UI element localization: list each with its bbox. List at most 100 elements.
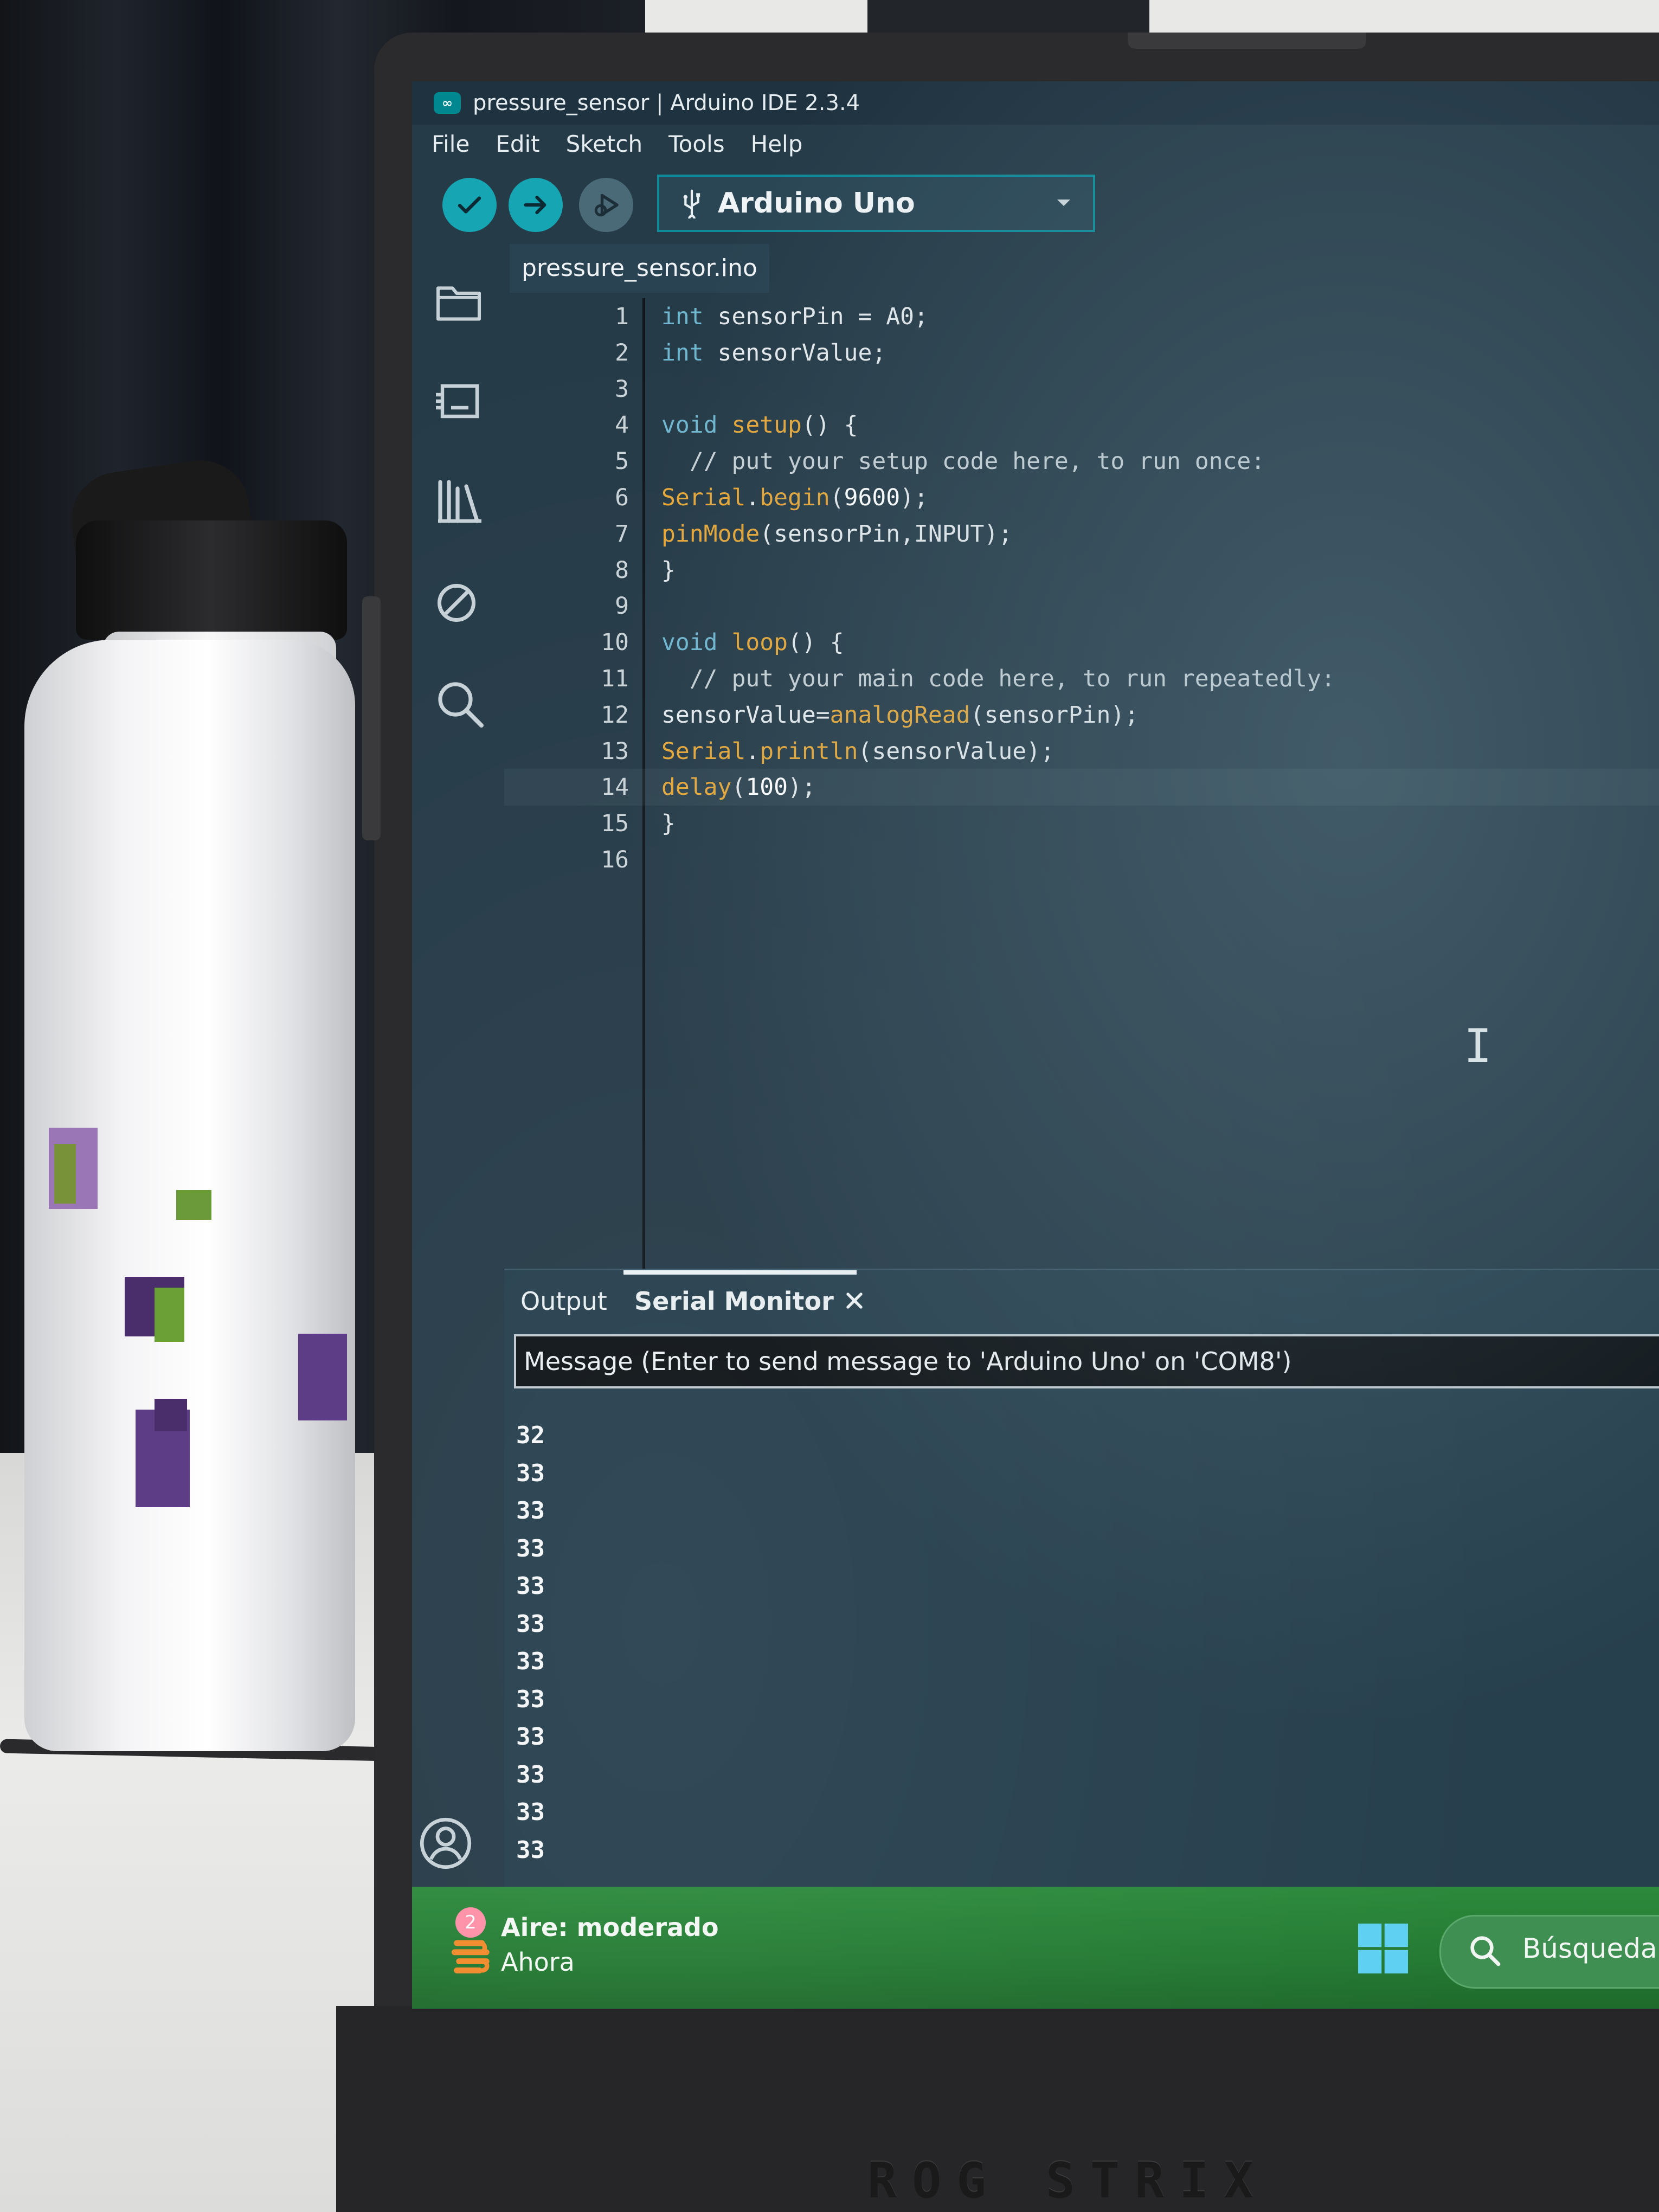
- code-line[interactable]: 4 void setup() {: [504, 407, 1659, 443]
- laptop-screen: ∞ pressure_sensor | Arduino IDE 2.3.4 Fi…: [412, 81, 1659, 2009]
- taskbar-search[interactable]: Búsqueda: [1439, 1915, 1659, 1989]
- code-line[interactable]: 14 delay(100);: [504, 769, 1659, 806]
- line-number: 16: [601, 846, 629, 873]
- debug-button[interactable]: [579, 178, 633, 232]
- line-number: 14: [601, 774, 629, 801]
- code-line[interactable]: 11 // put your main code here, to run re…: [504, 660, 1659, 697]
- board-manager-icon[interactable]: [434, 380, 486, 423]
- arrow-right-icon: [524, 195, 546, 215]
- menu-bar: File Edit Sketch Tools Help: [412, 125, 1659, 163]
- menu-file[interactable]: File: [432, 131, 470, 157]
- debug-play-icon: [594, 194, 619, 217]
- title-bar: ∞ pressure_sensor | Arduino IDE 2.3.4: [412, 81, 1659, 125]
- serial-line: 33: [516, 1760, 545, 1789]
- weather-title: Aire: moderado: [501, 1913, 719, 1942]
- serial-line: 33: [516, 1798, 545, 1826]
- serial-line: 33: [516, 1836, 545, 1864]
- code-text: }: [661, 556, 676, 584]
- folder-icon[interactable]: [434, 282, 484, 323]
- menu-help[interactable]: Help: [751, 131, 803, 157]
- verify-button[interactable]: [442, 178, 497, 232]
- line-number: 10: [601, 629, 629, 657]
- menu-tools[interactable]: Tools: [668, 131, 724, 157]
- line-number: 11: [601, 665, 629, 692]
- line-number: 9: [615, 593, 629, 620]
- code-line[interactable]: 5 // put your setup code here, to run on…: [504, 443, 1659, 480]
- code-text: void loop() {: [661, 629, 844, 657]
- menu-sketch[interactable]: Sketch: [566, 131, 643, 157]
- active-tab-indicator: [623, 1270, 857, 1275]
- account-icon[interactable]: [419, 1816, 473, 1870]
- code-text: Serial.begin(9600);: [661, 484, 928, 511]
- activity-bar: [412, 244, 488, 1870]
- windows-start-icon[interactable]: [1358, 1924, 1408, 1973]
- code-text: Serial.println(sensorValue);: [661, 737, 1054, 765]
- code-text: void setup() {: [661, 411, 858, 439]
- code-line[interactable]: 10 void loop() {: [504, 624, 1659, 661]
- tab-serial-monitor[interactable]: Serial Monitor: [634, 1287, 834, 1316]
- line-number: 5: [615, 448, 629, 475]
- line-number: 4: [615, 411, 629, 439]
- code-line[interactable]: 8}: [504, 552, 1659, 589]
- windows-taskbar: 2 Aire: moderado Ahora Búsqueda: [412, 1887, 1659, 2009]
- line-number: 1: [615, 303, 629, 330]
- search-icon[interactable]: [434, 678, 486, 730]
- serial-line: 33: [516, 1685, 545, 1713]
- code-line[interactable]: 12 sensorValue=analogRead(sensorPin);: [504, 697, 1659, 734]
- panel-tabs: Output Serial Monitor: [504, 1270, 1659, 1330]
- laptop-brand: ROG STRIX: [867, 2152, 1269, 2209]
- background-object: [867, 0, 1149, 34]
- serial-line: 32: [516, 1422, 545, 1449]
- code-text: }: [661, 810, 676, 838]
- code-text: // put your setup code here, to run once…: [661, 448, 1265, 475]
- line-number: 13: [601, 737, 629, 765]
- library-icon[interactable]: [434, 477, 486, 526]
- board-label: Arduino Uno: [718, 187, 915, 220]
- code-line[interactable]: 2 int sensorValue;: [504, 335, 1659, 371]
- bottom-panel: Output Serial Monitor 32 33 33 33 33 33 33 33 33…: [504, 1269, 1659, 1921]
- upload-button[interactable]: [509, 178, 563, 232]
- code-line[interactable]: 7 pinMode(sensorPin,INPUT);: [504, 516, 1659, 552]
- editor-tab-pressure-sensor[interactable]: pressure_sensor.ino: [510, 244, 769, 293]
- search-label: Búsqueda: [1522, 1933, 1657, 1964]
- board-selector[interactable]: Arduino Uno: [657, 175, 1095, 232]
- serial-message-input[interactable]: [514, 1334, 1659, 1388]
- window-title: pressure_sensor | Arduino IDE 2.3.4: [473, 91, 860, 115]
- line-number: 7: [615, 520, 629, 548]
- serial-line: 33: [516, 1648, 545, 1675]
- debug-icon[interactable]: [434, 580, 479, 626]
- code-text: int sensorPin = A0;: [661, 303, 928, 330]
- serial-line: 33: [516, 1723, 545, 1751]
- line-number: 6: [615, 484, 629, 511]
- notification-badge: 2: [455, 1907, 486, 1938]
- search-icon: [1470, 1936, 1501, 1966]
- line-number: 12: [601, 701, 629, 729]
- code-editor[interactable]: 1 int sensorPin = A0; 2 int sensorValue; 3 4 v…: [504, 298, 1659, 1269]
- close-icon[interactable]: [845, 1291, 864, 1310]
- serial-line: 33: [516, 1534, 545, 1562]
- code-text: // put your main code here, to run repea…: [661, 665, 1335, 692]
- chevron-down-icon: [1057, 200, 1070, 206]
- tab-output[interactable]: Output: [520, 1287, 607, 1316]
- code-line[interactable]: 6 Serial.begin(9600);: [504, 479, 1659, 516]
- code-text: int sensorValue;: [661, 339, 886, 366]
- line-number: 15: [601, 810, 629, 838]
- menu-edit[interactable]: Edit: [496, 131, 539, 157]
- text-cursor-icon: I: [1464, 1019, 1492, 1073]
- code-line[interactable]: 15}: [504, 805, 1659, 842]
- code-line[interactable]: 13 Serial.println(sensorValue);: [504, 733, 1659, 770]
- usb-icon: [683, 189, 700, 218]
- toolbar: Arduino Uno: [412, 168, 1659, 233]
- code-line[interactable]: 3: [504, 371, 1659, 408]
- code-line[interactable]: 9: [504, 588, 1659, 625]
- serial-line: 33: [516, 1572, 545, 1600]
- weather-subtitle: Ahora: [501, 1947, 575, 1977]
- line-number: 8: [615, 556, 629, 584]
- code-text: pinMode(sensorPin,INPUT);: [661, 520, 1013, 548]
- code-line[interactable]: 16: [504, 841, 1659, 878]
- arduino-logo-icon: ∞: [434, 92, 461, 114]
- code-line[interactable]: 1 int sensorPin = A0;: [504, 298, 1659, 335]
- serial-line: 33: [516, 1610, 545, 1638]
- code-text: delay(100);: [661, 774, 816, 801]
- line-number: 3: [615, 375, 629, 403]
